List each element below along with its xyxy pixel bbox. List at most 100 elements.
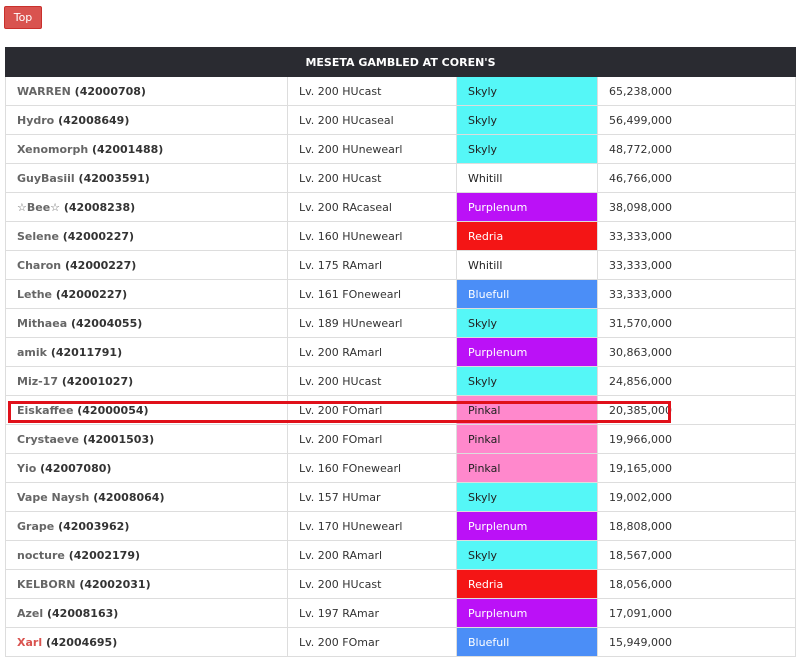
- section-id-cell: Whitill: [456, 163, 598, 193]
- player-name-link[interactable]: Selene: [17, 230, 59, 243]
- level-class-cell: Lv. 200 HUcaseal: [287, 105, 457, 135]
- meseta-amount-cell: 33,333,000: [596, 250, 797, 280]
- player-cell: Vape Naysh (42008064): [5, 482, 288, 512]
- guildcard-id: (42001503): [82, 432, 155, 446]
- level-class-cell: Lv. 197 RAmar: [287, 598, 457, 628]
- player-name-link[interactable]: Vape Naysh: [17, 491, 89, 504]
- meseta-amount-cell: 33,333,000: [596, 279, 797, 309]
- guildcard-id: (42000054): [77, 403, 149, 417]
- guildcard-id: (42002179): [68, 548, 141, 562]
- guildcard-id: (42000227): [64, 258, 137, 272]
- player-cell: WARREN (42000708): [5, 76, 288, 106]
- level-class-cell: Lv. 200 HUcast: [287, 569, 457, 599]
- section-id-cell: Redria: [456, 569, 598, 599]
- player-name-link[interactable]: Mithaea: [17, 317, 67, 330]
- meseta-amount-cell: 20,385,000: [596, 395, 797, 425]
- table-row: Crystaeve (42001503) Lv. 200 FOmarl Pinkal…: [5, 424, 797, 454]
- player-name-link[interactable]: Yio: [17, 462, 36, 475]
- player-cell: Miz-17 (42001027): [5, 366, 288, 396]
- table-row: Yio (42007080) Lv. 160 FOnewearl Pinkal 19,…: [5, 453, 797, 483]
- guildcard-id: (42011791): [50, 345, 123, 359]
- table-row: amik (42011791) Lv. 200 RAmarl Purplenum 30…: [5, 337, 797, 367]
- player-name-link[interactable]: Crystaeve: [17, 433, 79, 446]
- section-id-cell: Pinkal: [456, 395, 598, 425]
- section-id-cell: Skyly: [456, 540, 598, 570]
- section-id-cell: Purplenum: [456, 192, 598, 222]
- player-name-link[interactable]: WARREN: [17, 85, 71, 98]
- player-name-link[interactable]: Lethe: [17, 288, 52, 301]
- section-id-cell: Skyly: [456, 76, 598, 106]
- section-id-cell: Purplenum: [456, 511, 598, 541]
- player-cell: Xarl (42004695): [5, 627, 288, 657]
- meseta-amount-cell: 31,570,000: [596, 308, 797, 338]
- table-row: Xarl (42004695) Lv. 200 FOmar Bluefull 15,9…: [5, 627, 797, 657]
- table-row: Lethe (42000227) Lv. 161 FOnewearl Blueful…: [5, 279, 797, 309]
- player-name-link[interactable]: Xarl: [17, 636, 42, 649]
- level-class-cell: Lv. 175 RAmarl: [287, 250, 457, 280]
- player-name-link[interactable]: Grape: [17, 520, 54, 533]
- player-name-link[interactable]: Xenomorph: [17, 143, 88, 156]
- table-row: nocture (42002179) Lv. 200 RAmarl Skyly 18,…: [5, 540, 797, 570]
- section-id-cell: Purplenum: [456, 598, 598, 628]
- table-row: Xenomorph (42001488) Lv. 200 HUnewearl Sky…: [5, 134, 797, 164]
- meseta-amount-cell: 38,098,000: [596, 192, 797, 222]
- level-class-cell: Lv. 200 RAcaseal: [287, 192, 457, 222]
- level-class-cell: Lv. 200 FOmar: [287, 627, 457, 657]
- player-cell: amik (42011791): [5, 337, 288, 367]
- player-name-link[interactable]: amik: [17, 346, 47, 359]
- meseta-amount-cell: 48,772,000: [596, 134, 797, 164]
- meseta-amount-cell: 30,863,000: [596, 337, 797, 367]
- section-id-cell: Purplenum: [456, 337, 598, 367]
- level-class-cell: Lv. 200 RAmarl: [287, 337, 457, 367]
- table-row: Grape (42003962) Lv. 170 HUnewearl Purplen…: [5, 511, 797, 541]
- player-cell: Selene (42000227): [5, 221, 288, 251]
- player-name-link[interactable]: GuyBasiil: [17, 172, 75, 185]
- section-id-cell: Redria: [456, 221, 598, 251]
- section-id-cell: Whitill: [456, 250, 598, 280]
- player-name-link[interactable]: Miz-17: [17, 375, 58, 388]
- section-id-cell: Pinkal: [456, 453, 598, 483]
- meseta-amount-cell: 18,056,000: [596, 569, 797, 599]
- player-name-link[interactable]: Azel: [17, 607, 43, 620]
- player-name-link[interactable]: nocture: [17, 549, 65, 562]
- player-cell: ☆Bee☆ (42008238): [5, 192, 288, 222]
- guildcard-id: (42002031): [79, 577, 151, 591]
- table-row: Azel (42008163) Lv. 197 RAmar Purplenum 17,…: [5, 598, 797, 628]
- player-cell: Grape (42003962): [5, 511, 288, 541]
- player-cell: Charon (42000227): [5, 250, 288, 280]
- player-cell: Mithaea (42004055): [5, 308, 288, 338]
- player-cell: Xenomorph (42001488): [5, 134, 288, 164]
- player-name-link[interactable]: Hydro: [17, 114, 54, 127]
- player-cell: GuyBasiil (42003591): [5, 163, 288, 193]
- section-id-cell: Skyly: [456, 482, 598, 512]
- guildcard-id: (42008163): [47, 606, 119, 620]
- player-cell: nocture (42002179): [5, 540, 288, 570]
- player-name-link[interactable]: KELBORN: [17, 578, 75, 591]
- player-name-link[interactable]: ☆Bee☆: [17, 201, 60, 214]
- player-name-link[interactable]: Charon: [17, 259, 61, 272]
- guildcard-id: (42008238): [63, 200, 136, 214]
- meseta-ranking-table: MESETA GAMBLED AT COREN'S WARREN (420007…: [4, 47, 797, 657]
- top-button[interactable]: Top: [4, 6, 42, 29]
- player-name-link[interactable]: Eiskaffee: [17, 404, 73, 417]
- level-class-cell: Lv. 160 FOnewearl: [287, 453, 457, 483]
- section-id-cell: Skyly: [456, 105, 598, 135]
- table-row: ☆Bee☆ (42008238) Lv. 200 RAcaseal Purplenu…: [5, 192, 797, 222]
- meseta-amount-cell: 19,165,000: [596, 453, 797, 483]
- player-cell: KELBORN (42002031): [5, 569, 288, 599]
- guildcard-id: (42000708): [74, 84, 146, 98]
- level-class-cell: Lv. 189 HUnewearl: [287, 308, 457, 338]
- table-row: WARREN (42000708) Lv. 200 HUcast Skyly 65,2…: [5, 76, 797, 106]
- player-cell: Yio (42007080): [5, 453, 288, 483]
- meseta-amount-cell: 65,238,000: [596, 76, 797, 106]
- meseta-amount-cell: 24,856,000: [596, 366, 797, 396]
- guildcard-id: (42000227): [62, 229, 135, 243]
- table-row: Eiskaffee (42000054) Lv. 200 FOmarl Pinkal…: [5, 395, 797, 425]
- section-id-cell: Skyly: [456, 308, 598, 338]
- meseta-amount-cell: 17,091,000: [596, 598, 797, 628]
- player-cell: Lethe (42000227): [5, 279, 288, 309]
- level-class-cell: Lv. 170 HUnewearl: [287, 511, 457, 541]
- guildcard-id: (42003591): [78, 171, 150, 185]
- level-class-cell: Lv. 200 HUcast: [287, 163, 457, 193]
- player-cell: Eiskaffee (42000054): [5, 395, 288, 425]
